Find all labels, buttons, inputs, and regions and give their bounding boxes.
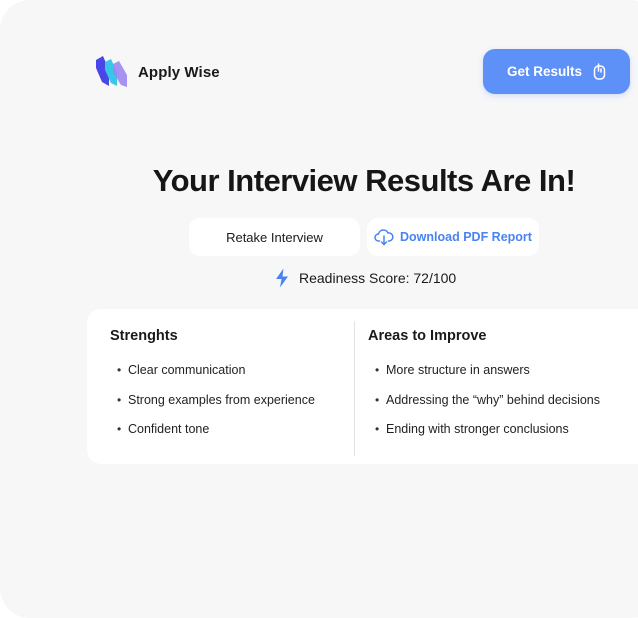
bullet-icon: • [117,392,122,407]
bullet-icon: • [117,422,122,436]
improve-list: • More structure in answers • Addressing t… [375,362,600,451]
pointer-hand-icon [593,62,606,80]
retake-interview-button[interactable]: Retake Interview [189,218,360,256]
brand-logo[interactable]: Apply Wise [94,56,220,88]
get-results-label: Get Results [506,64,583,79]
logo-mark-icon [96,56,127,87]
brand-name: Apply Wise [138,63,220,81]
page-title: Your Interview Results Are In! [152,163,576,198]
get-results-button[interactable]: Get Results [483,49,630,94]
lightning-icon [276,268,288,288]
improve-column: Areas to Improve • More structure in answ… [355,309,638,464]
list-item: • Addressing the “why” behind decisions [375,392,600,422]
strengths-column: Strenghts • Clear communication • Strong e… [87,309,354,464]
download-pdf-button[interactable]: Download PDF Report [367,218,539,256]
strengths-title: Strenghts [110,328,178,344]
page-frame: Apply Wise Get Results Your Interview Re… [0,0,638,618]
bullet-icon: • [117,363,122,377]
list-item: • Ending with stronger conclusions [375,421,600,451]
readiness-score: Readiness Score: 72/100 [274,268,456,288]
bullet-icon: • [375,363,380,377]
readiness-score-text: Readiness Score: 72/100 [299,270,457,286]
list-item: • Clear communication [117,362,315,392]
cloud-download-icon [374,229,394,246]
retake-interview-label: Retake Interview [226,229,323,245]
download-pdf-label: Download PDF Report [400,230,532,244]
bullet-icon: • [375,392,380,407]
list-item: • Confident tone [117,421,315,451]
strengths-list: • Clear communication • Strong examples fr… [117,362,315,451]
list-item: • More structure in answers [375,362,600,392]
improve-title: Areas to Improve [368,328,487,344]
list-item: • Strong examples from experience [117,392,315,422]
action-row: Retake Interview Download PDF Report [189,218,539,256]
bullet-icon: • [375,422,380,436]
results-card: Strenghts • Clear communication • Strong e… [87,309,638,464]
